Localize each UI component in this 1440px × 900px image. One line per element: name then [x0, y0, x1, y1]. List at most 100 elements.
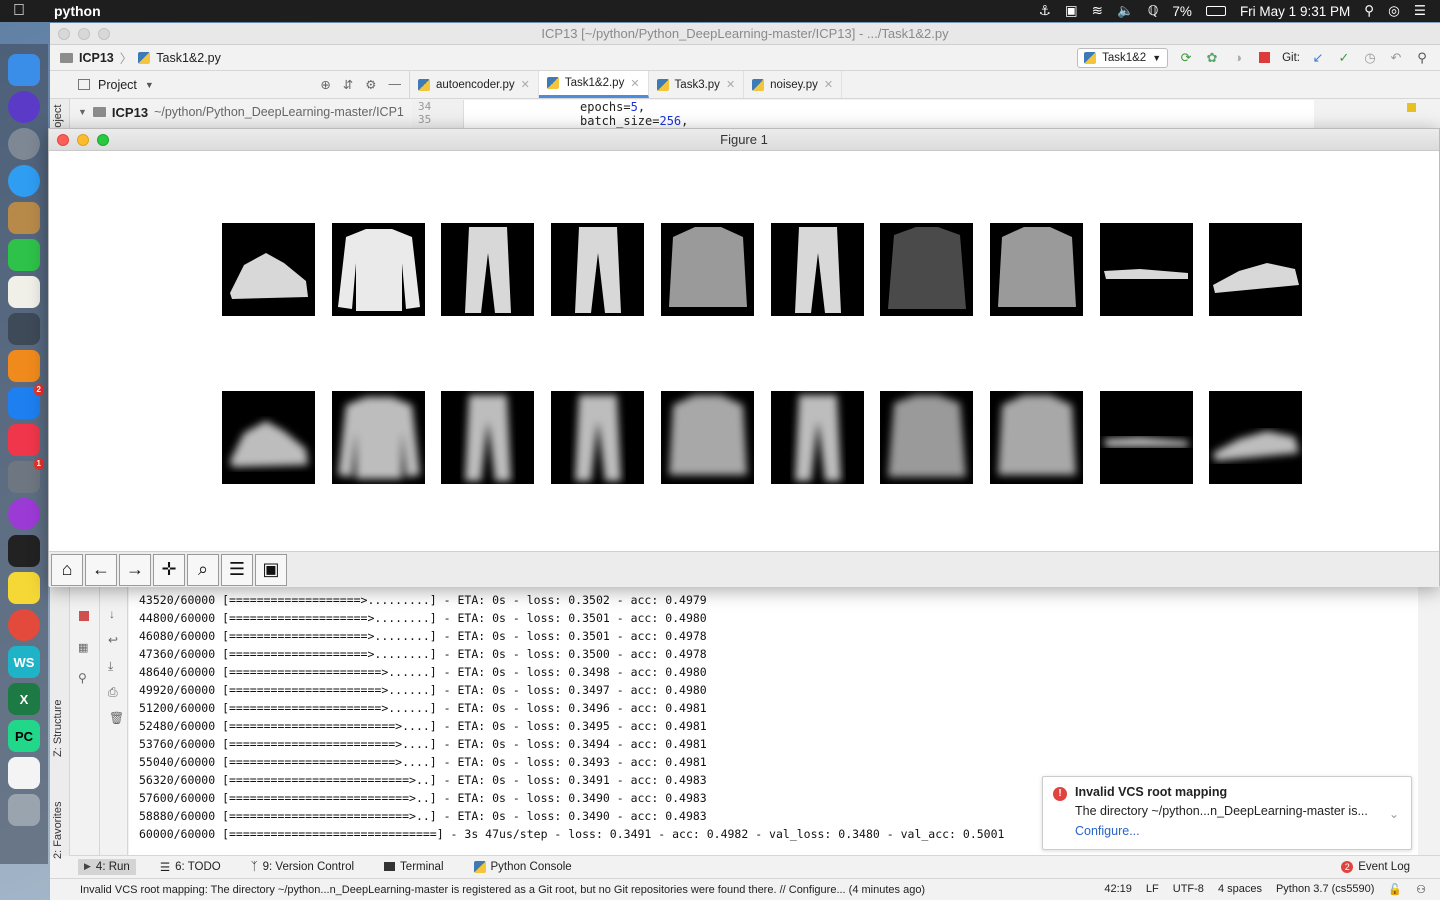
favorites-tool-tab[interactable]: 2: Favorites [52, 802, 64, 859]
rerun-icon[interactable]: ⟳ [1178, 50, 1194, 66]
editor-tab[interactable]: noisey.py ✕ [744, 71, 843, 98]
battery-percent[interactable]: 7% [1172, 4, 1192, 19]
collapse-all-icon[interactable]: ⇵ [343, 77, 353, 92]
active-app-name[interactable]: python [54, 3, 101, 19]
stickies-icon[interactable] [8, 572, 40, 604]
zoom-window-button[interactable] [97, 134, 109, 146]
system-preferences-icon[interactable]: 1 [8, 458, 44, 493]
inspection-marker-icon[interactable] [1407, 103, 1416, 112]
battery-icon[interactable] [1205, 6, 1226, 16]
status-message[interactable]: Invalid VCS root mapping: The directory … [80, 884, 925, 896]
code-editor[interactable]: epochs=5, batch_size=256, [464, 100, 1314, 130]
editor-tab[interactable]: Task3.py ✕ [649, 71, 745, 98]
event-log-tab[interactable]: 2 Event Log [1341, 860, 1440, 873]
close-window-button[interactable] [58, 28, 70, 40]
screen-icon[interactable]: ▣ [1065, 3, 1078, 19]
run-configuration-select[interactable]: Task1&2 ▼ [1077, 47, 1169, 68]
code-line[interactable]: batch_size=256, [580, 114, 1314, 128]
minimize-window-button[interactable] [78, 28, 90, 40]
finder-icon[interactable] [8, 54, 40, 86]
apple-menu-icon[interactable]:  [0, 2, 38, 20]
structure-tool-tab[interactable]: Z: Structure [52, 700, 64, 757]
gear-icon[interactable]: ⚙ [365, 77, 376, 92]
coverage-icon[interactable]: ◑ [1230, 50, 1246, 66]
messages-icon[interactable] [8, 165, 40, 197]
close-tab-icon[interactable]: ✕ [726, 78, 735, 91]
close-window-button[interactable] [57, 134, 69, 146]
project-tree-root[interactable]: ▼ ICP13 ~/python/Python_DeepLearning-mas… [70, 100, 410, 124]
clock[interactable]: Fri May 1 9:31 PM [1240, 4, 1350, 19]
spotlight-search-icon[interactable]: ⚲ [1364, 3, 1374, 19]
chevron-down-icon[interactable]: ▼ [78, 107, 87, 117]
print-icon[interactable]: ⎙ [108, 685, 118, 700]
git-history-icon[interactable]: ◷ [1362, 50, 1378, 66]
terminal-icon[interactable] [8, 535, 40, 567]
podcasts-icon[interactable] [8, 498, 40, 530]
figure-canvas[interactable] [49, 151, 1439, 551]
pycharm-icon[interactable]: PC [8, 720, 40, 752]
interpreter-setting[interactable]: Python 3.7 (cs5590) [1276, 883, 1374, 896]
siri-icon[interactable] [8, 91, 40, 123]
hide-icon[interactable]: — [389, 77, 402, 92]
chrome-icon[interactable] [8, 609, 40, 641]
close-tab-icon[interactable]: ✕ [521, 78, 530, 91]
inspector-icon[interactable]: ⚇ [1416, 883, 1426, 896]
configure-link[interactable]: Configure... [1075, 824, 1401, 838]
vcs-notification[interactable]: ! Invalid VCS root mapping The directory… [1042, 776, 1412, 850]
configure-subplots-icon[interactable]: ☰ [221, 553, 253, 586]
breadcrumb-project[interactable]: ICP13 [79, 51, 114, 65]
forward-icon[interactable]: → [119, 553, 151, 586]
git-commit-icon[interactable]: ✓ [1336, 50, 1352, 66]
scroll-to-end-icon[interactable]: ⤓ [108, 659, 113, 674]
help-icon[interactable] [8, 313, 40, 345]
siri-menu-icon[interactable]: ◎ [1388, 3, 1400, 19]
trash-icon[interactable] [8, 794, 40, 826]
docker-icon[interactable]: ⚓ [1039, 3, 1051, 19]
code-line[interactable]: epochs=5, [580, 100, 1314, 114]
git-update-icon[interactable]: ↙ [1310, 50, 1326, 66]
debug-icon[interactable]: ✿ [1204, 50, 1220, 66]
run-tool-tab[interactable]: ▶ 4: Run [78, 858, 136, 875]
line-separator[interactable]: LF [1146, 883, 1159, 896]
todo-tool-tab[interactable]: ☰ 6: TODO [154, 858, 227, 876]
stop-icon[interactable] [1256, 50, 1272, 66]
books-icon[interactable] [8, 350, 40, 382]
volume-icon[interactable]: 🔈 [1117, 3, 1134, 19]
git-rollback-icon[interactable]: ↶ [1388, 50, 1404, 66]
launchpad-icon[interactable] [8, 128, 40, 160]
minimize-window-button[interactable] [77, 134, 89, 146]
contacts-icon[interactable] [8, 202, 40, 234]
terminal-tool-tab[interactable]: Terminal [378, 859, 449, 875]
soft-wrap-icon[interactable]: ↩ [108, 633, 118, 647]
stop-icon[interactable] [79, 611, 89, 621]
pan-icon[interactable]: ✛ [153, 553, 185, 586]
chevron-down-icon[interactable]: ▼ [145, 80, 154, 90]
editor-tab[interactable]: autoencoder.py ✕ [410, 71, 539, 98]
editor-tab[interactable]: Task1&2.py ✕ [538, 71, 649, 98]
locate-icon[interactable]: ⊕ [320, 77, 330, 92]
excel-icon[interactable]: X [8, 683, 40, 715]
zoom-icon[interactable]: ⌕ [187, 553, 219, 586]
zoom-window-button[interactable] [98, 28, 110, 40]
notification-center-icon[interactable]: ☰ [1414, 3, 1426, 19]
home-icon[interactable]: ⌂ [51, 553, 83, 586]
app-store-icon[interactable]: 2 [8, 384, 44, 419]
indent-setting[interactable]: 4 spaces [1218, 883, 1262, 896]
version-control-tool-tab[interactable]: ᛉ 9: Version Control [245, 859, 360, 875]
back-icon[interactable]: ← [85, 553, 117, 586]
python-console-tool-tab[interactable]: Python Console [468, 859, 578, 875]
news-icon[interactable] [8, 424, 40, 456]
chevron-down-icon[interactable]: ⌄ [1389, 807, 1399, 821]
document-icon[interactable] [8, 757, 40, 789]
wifi-icon[interactable]: ≋ [1092, 3, 1103, 19]
lock-icon[interactable]: 🔓 [1388, 883, 1402, 896]
breadcrumb-file[interactable]: Task1&2.py [156, 51, 221, 65]
pin-icon[interactable]: ⚲ [78, 671, 87, 685]
layout-icon[interactable]: ▦ [78, 641, 88, 654]
facetime-icon[interactable] [8, 239, 40, 271]
search-everywhere-icon[interactable]: ⚲ [1414, 50, 1430, 66]
file-encoding[interactable]: UTF-8 [1173, 883, 1204, 896]
close-tab-icon[interactable]: ✕ [824, 78, 833, 91]
webstorm-icon[interactable]: WS [8, 646, 40, 678]
notes-icon[interactable] [8, 276, 40, 308]
